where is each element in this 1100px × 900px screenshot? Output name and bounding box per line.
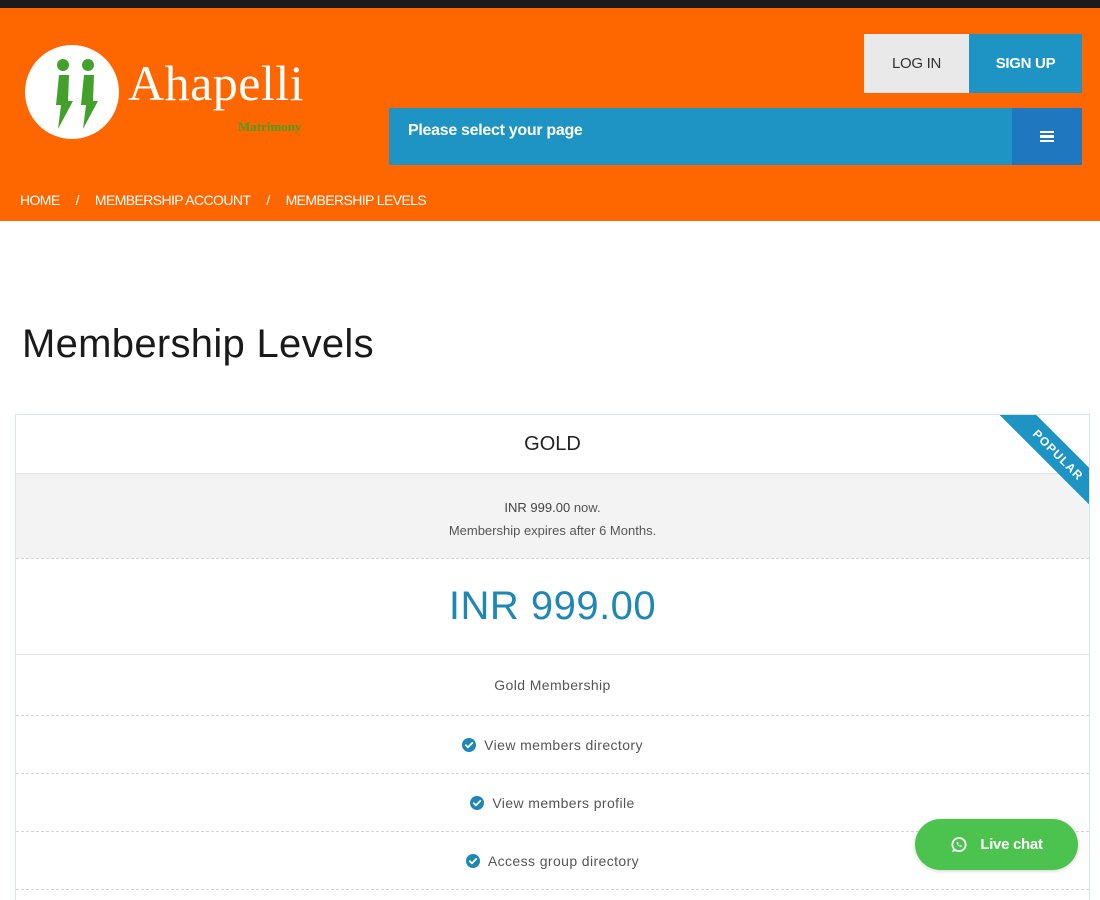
plan-price-line: INR 999.00 now. bbox=[16, 496, 1089, 519]
hamburger-icon bbox=[1040, 131, 1054, 142]
site-header: Ahapelli Matrimony LOG IN SIGN UP Please… bbox=[0, 8, 1100, 221]
menu-toggle-button[interactable] bbox=[1012, 108, 1082, 165]
live-chat-button[interactable]: Live chat bbox=[915, 819, 1078, 870]
plan-feature-label: View members profile bbox=[492, 794, 635, 811]
breadcrumb-separator: / bbox=[75, 192, 80, 208]
plan-feature-label: View members directory bbox=[484, 736, 643, 753]
plan-price-line-amount: INR 999.00 bbox=[504, 500, 571, 515]
check-circle-icon bbox=[465, 853, 480, 868]
plan-name: GOLD bbox=[16, 415, 1089, 474]
brand-name[interactable]: Ahapelli bbox=[128, 58, 304, 108]
top-dark-strip bbox=[0, 0, 1100, 8]
login-button[interactable]: LOG IN bbox=[864, 34, 969, 93]
brand-tagline: Matrimony bbox=[238, 119, 302, 134]
page-title: Membership Levels bbox=[22, 322, 374, 366]
check-circle-icon bbox=[470, 795, 485, 810]
popular-ribbon: POPULAR bbox=[991, 415, 1089, 513]
breadcrumb-separator: / bbox=[266, 192, 270, 208]
plan-feature-label: Access group directory bbox=[487, 852, 640, 869]
breadcrumb-membership-account[interactable]: MEMBERSHIP ACCOUNT bbox=[95, 192, 251, 208]
breadcrumb-membership-levels: MEMBERSHIP LEVELS bbox=[285, 192, 427, 208]
plan-price: INR 999.00 bbox=[16, 559, 1089, 655]
plan-description: Gold Membership bbox=[16, 655, 1089, 716]
logo-icon[interactable] bbox=[25, 45, 119, 139]
plan-feature: View members directory bbox=[16, 716, 1089, 774]
breadcrumb: HOME / MEMBERSHIP ACCOUNT / MEMBERSHIP L… bbox=[20, 192, 427, 208]
page-select-dropdown[interactable]: Please select your page bbox=[389, 108, 1012, 165]
plan-price-line-suffix: now. bbox=[573, 500, 601, 515]
plan-summary: INR 999.00 now. Membership expires after… bbox=[16, 474, 1089, 559]
whatsapp-icon bbox=[951, 836, 967, 852]
check-circle-icon bbox=[462, 737, 477, 752]
popular-ribbon-label: POPULAR bbox=[995, 415, 1089, 513]
live-chat-label: Live chat bbox=[980, 836, 1043, 853]
breadcrumb-home[interactable]: HOME bbox=[20, 192, 60, 208]
plan-expiry: Membership expires after 6 Months. bbox=[448, 523, 657, 538]
signup-button[interactable]: SIGN UP bbox=[969, 34, 1082, 93]
